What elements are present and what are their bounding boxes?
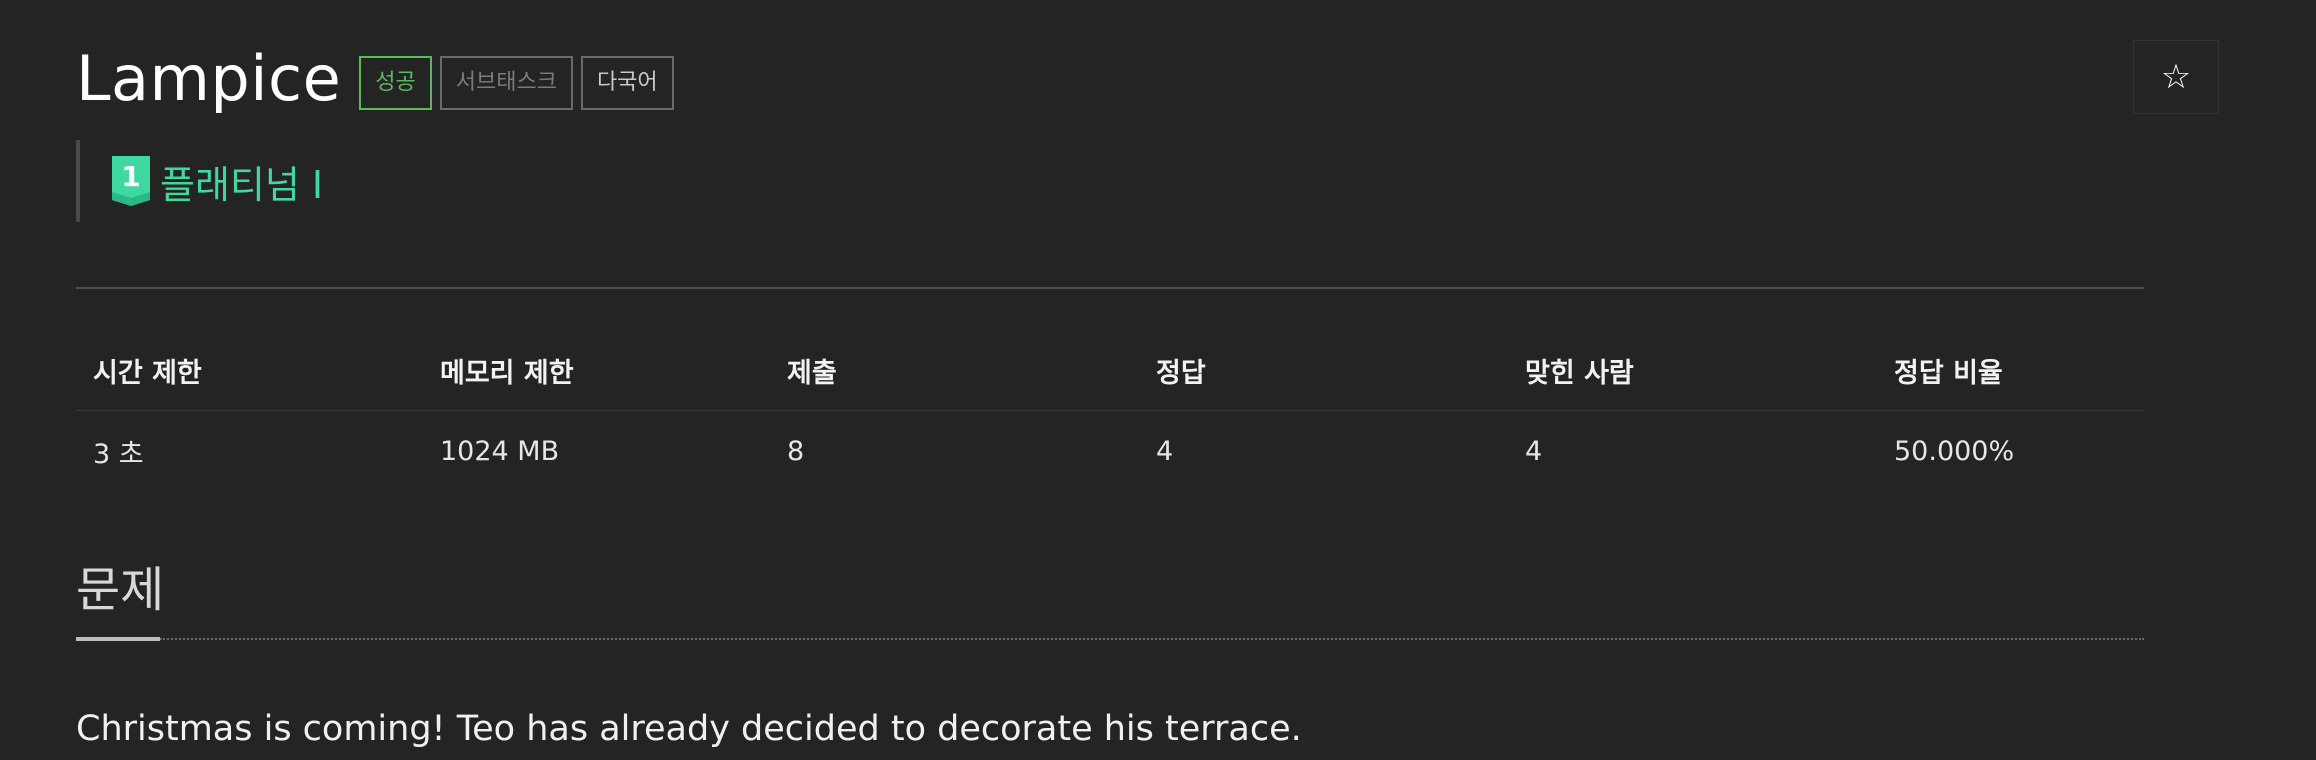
header-solved-users: 맞힌 사람 bbox=[1508, 330, 1877, 411]
value-memory-limit: 1024 MB bbox=[440, 435, 560, 467]
header-time-limit: 시간 제한 bbox=[76, 330, 423, 411]
tier-block: 1 플래티넘 I bbox=[76, 140, 323, 222]
header-memory-limit: 메모리 제한 bbox=[423, 330, 770, 411]
value-time-limit: 3 초 bbox=[93, 438, 144, 470]
problem-description: Christmas is coming! Teo has already dec… bbox=[76, 709, 1302, 749]
section-underline bbox=[76, 637, 160, 641]
divider bbox=[76, 287, 2144, 289]
title-row: Lampice 성공 서브태스크 다국어 bbox=[76, 44, 682, 114]
info-value-row: 3 초 1024 MB 8 4 4 50.000% bbox=[76, 411, 2144, 492]
section-dotted-divider bbox=[160, 638, 2144, 640]
label-subtask[interactable]: 서브태스크 bbox=[439, 56, 573, 110]
label-multilang[interactable]: 다국어 bbox=[580, 56, 674, 110]
problem-labels: 성공 서브태스크 다국어 bbox=[359, 56, 681, 110]
header-accepted: 정답 bbox=[1139, 330, 1508, 411]
favorite-star-button[interactable]: ☆ bbox=[2133, 40, 2219, 114]
problem-title: Lampice bbox=[76, 42, 342, 115]
value-accepted[interactable]: 4 bbox=[1139, 411, 1508, 492]
header-accept-ratio: 정답 비율 bbox=[1877, 330, 2144, 411]
value-solved-users[interactable]: 4 bbox=[1508, 411, 1877, 492]
header-submissions: 제출 bbox=[770, 330, 1139, 411]
tier-number: 1 bbox=[121, 160, 140, 193]
value-accept-ratio: 50.000% bbox=[1894, 435, 2015, 467]
value-submissions[interactable]: 8 bbox=[770, 411, 1139, 492]
tier-badge-icon: 1 bbox=[112, 156, 150, 206]
label-success[interactable]: 성공 bbox=[359, 56, 432, 110]
section-title-problem: 문제 bbox=[76, 562, 165, 618]
tier-name[interactable]: 플래티넘 I bbox=[160, 154, 323, 209]
info-header-row: 시간 제한 메모리 제한 제출 정답 맞힌 사람 정답 비율 bbox=[76, 330, 2144, 411]
problem-info-table: 시간 제한 메모리 제한 제출 정답 맞힌 사람 정답 비율 3 초 1024 … bbox=[76, 330, 2144, 491]
star-icon: ☆ bbox=[2160, 57, 2192, 97]
